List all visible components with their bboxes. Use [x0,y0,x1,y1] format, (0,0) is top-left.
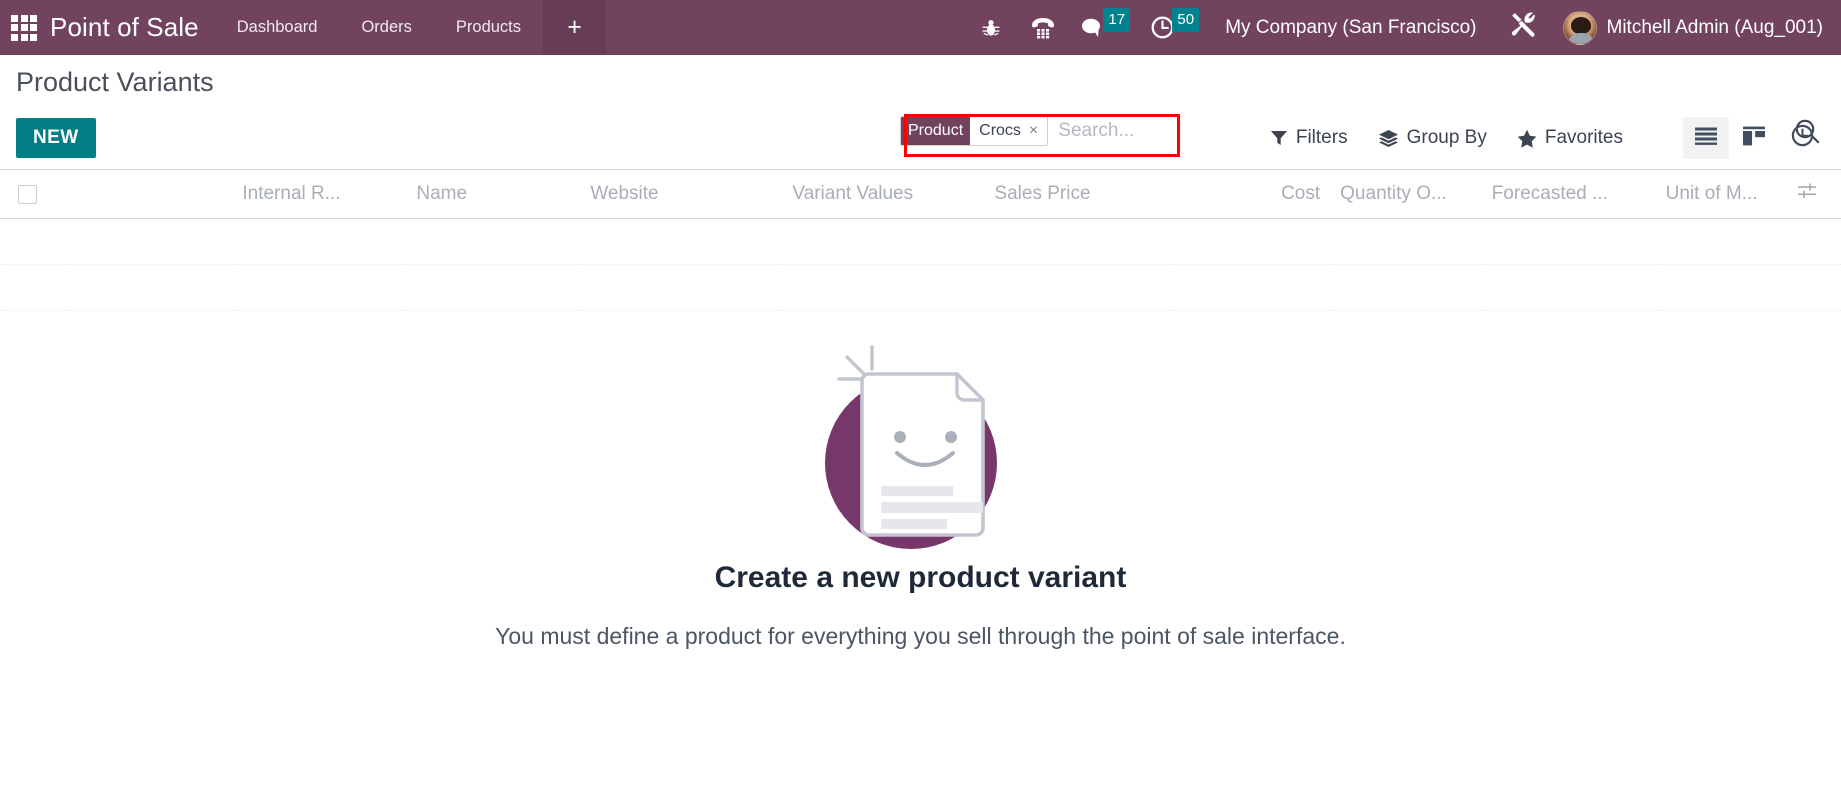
product-variants-table: Internal R... Name Website Variant Value… [0,170,1841,311]
top-navbar: Point of Sale Dashboard Orders Products … [0,0,1841,55]
kanban-icon [1741,125,1767,152]
filters-label: Filters [1295,127,1348,148]
apps-grid-icon [11,14,37,41]
menu-item-products[interactable]: Products [434,0,543,55]
bug-icon-button[interactable] [966,0,1016,55]
user-name-label: Mitchell Admin (Aug_001) [1606,16,1824,38]
group-by-dropdown[interactable]: Group By [1378,127,1487,149]
favorites-label: Favorites [1544,127,1623,148]
column-header-spacer [69,170,233,219]
phone-dialpad-icon [1030,16,1056,40]
column-header-quantity-on-hand[interactable]: Quantity O... [1330,170,1482,219]
apps-menu-button[interactable] [0,0,48,55]
menu-item-orders[interactable]: Orders [339,0,433,55]
nocontent-subtitle: You must define a product for everything… [495,623,1346,649]
control-panel: Product Variants Product Crocs × NEW [0,55,1841,169]
view-switcher-kanban[interactable] [1731,117,1777,159]
app-menu-bar: Dashboard Orders Products + [215,0,607,55]
messages-button[interactable]: 17 [1070,0,1140,55]
new-button[interactable]: NEW [16,118,96,158]
optional-columns-toggle[interactable] [1778,170,1841,219]
group-by-label: Group By [1406,127,1487,148]
column-header-variant-values[interactable]: Variant Values [782,170,985,219]
sliders-icon [1797,183,1817,205]
view-switcher-list[interactable] [1683,117,1729,159]
menu-more-button[interactable]: + [543,0,607,55]
search-dropdown-group: Filters Group By Favorites [1270,127,1623,149]
favorites-dropdown[interactable]: Favorites [1517,127,1623,149]
list-icon [1693,125,1719,152]
table-header-row: Internal R... Name Website Variant Value… [0,170,1841,219]
list-view: Internal R... Name Website Variant Value… [0,169,1841,311]
table-row [0,264,1841,311]
menu-item-dashboard[interactable]: Dashboard [215,0,340,55]
nocontent-helper: Create a new product variant You must de… [0,311,1841,650]
clock-icon [1790,123,1815,153]
user-menu[interactable]: Mitchell Admin (Aug_001) [1553,0,1841,55]
view-switcher [1683,117,1825,159]
developer-tools-button[interactable] [1493,0,1553,55]
systray: 17 50 [966,0,1209,55]
bug-icon [980,17,1002,39]
voip-phone-icon-button[interactable] [1016,0,1070,55]
column-header-forecasted[interactable]: Forecasted ... [1481,170,1656,219]
column-header-website[interactable]: Website [580,170,783,219]
smiling-document-icon [811,329,1031,549]
column-header-cost[interactable]: Cost [1173,170,1331,219]
select-all-checkbox[interactable] [18,184,37,204]
company-switcher[interactable]: My Company (San Francisco) [1209,0,1492,55]
activities-badge: 50 [1172,8,1200,32]
filter-funnel-icon [1270,129,1288,147]
messages-badge: 17 [1103,8,1131,32]
filters-dropdown[interactable]: Filters [1270,127,1348,149]
nocontent-title: Create a new product variant [714,561,1127,594]
layers-icon [1378,129,1399,148]
navbar-spacer [606,0,966,55]
control-panel-bottom-row: NEW Filters Group By Favorites [0,107,1841,169]
select-all-cell [0,170,70,219]
column-header-name[interactable]: Name [406,170,581,219]
avatar [1562,10,1597,45]
tools-wrench-icon [1509,11,1537,44]
view-switcher-activity[interactable] [1779,117,1825,159]
star-icon [1517,129,1537,148]
control-panel-top-row: Product Variants [0,55,1841,107]
column-header-internal-reference[interactable]: Internal R... [232,170,407,219]
activities-button[interactable]: 50 [1140,0,1209,55]
column-header-unit-of-measure[interactable]: Unit of M... [1655,170,1779,219]
page-title: Product Variants [16,67,214,97]
table-row [0,218,1841,265]
app-brand-title[interactable]: Point of Sale [48,0,215,55]
column-header-sales-price[interactable]: Sales Price [984,170,1173,219]
table-body [0,218,1841,311]
